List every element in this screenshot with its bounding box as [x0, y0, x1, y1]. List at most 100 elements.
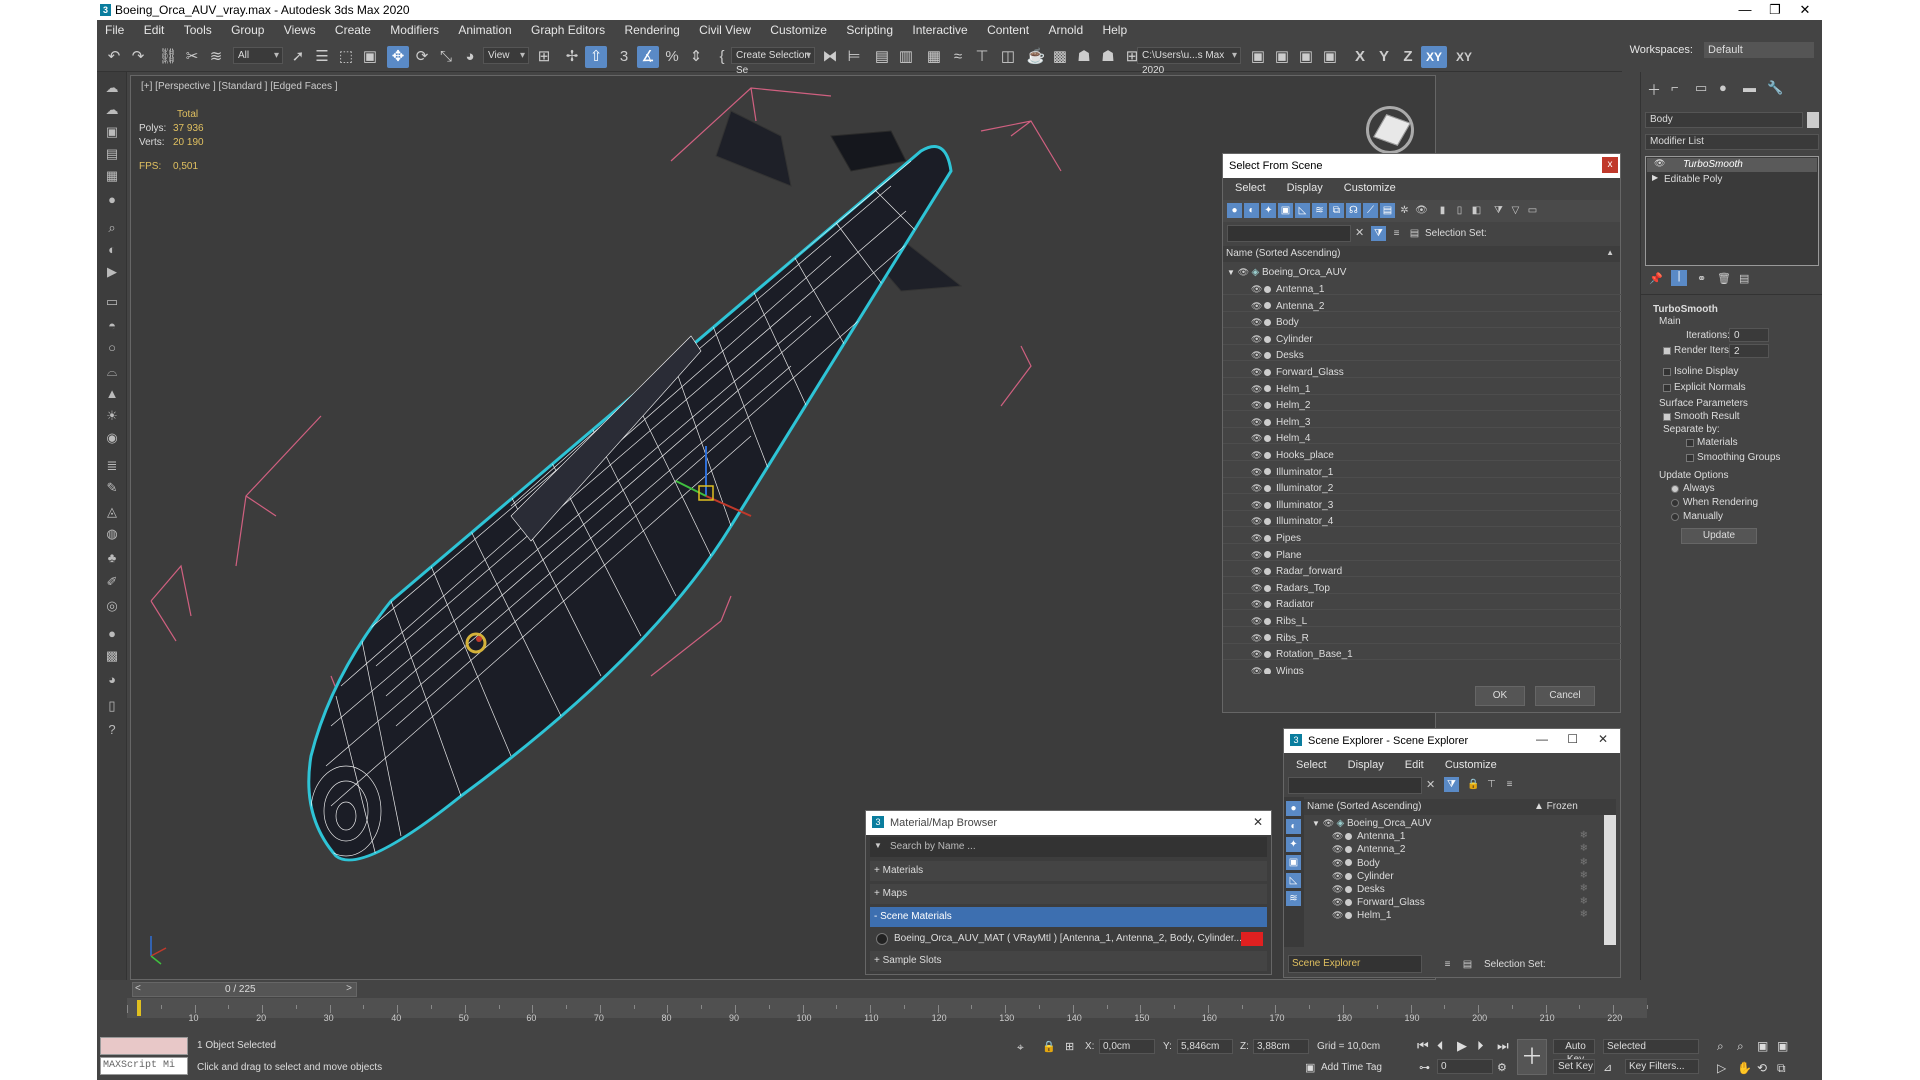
maxscript-listener-top[interactable] [100, 1037, 188, 1055]
key-filters-button[interactable]: Key Filters... [1625, 1059, 1699, 1074]
se-explorer-name-dropdown[interactable]: Scene Explorer [1288, 955, 1422, 973]
select-invert-icon[interactable]: ◧ [1469, 203, 1484, 218]
scale-icon[interactable]: ⤡ [435, 46, 457, 68]
edit-named-sets-icon[interactable]: { [711, 46, 733, 68]
project-path-dropdown[interactable]: C:\Users\u...s Max 2020 [1137, 47, 1241, 76]
angle-snap-icon[interactable]: ∡ [637, 46, 659, 68]
visibility-eye-icon[interactable]: 👁 [1251, 397, 1262, 413]
rollout-title[interactable]: TurboSmooth [1653, 304, 1718, 315]
time-next-icon[interactable]: > [346, 983, 352, 994]
stack-turbosmooth[interactable]: TurboSmooth [1647, 158, 1817, 172]
timeline-cursor[interactable] [137, 1000, 141, 1016]
se-maximize-icon[interactable]: ☐ [1567, 732, 1578, 746]
filter-spacewarps-icon[interactable]: ≋ [1312, 203, 1327, 218]
render-iters-spinner[interactable]: 2 [1729, 344, 1769, 358]
cancel-button[interactable]: Cancel [1535, 686, 1595, 706]
se-menu-edit[interactable]: Edit [1393, 755, 1430, 775]
axis-y-button[interactable]: Y [1373, 46, 1395, 68]
sfs-title[interactable]: Select From Scene [1223, 154, 1620, 178]
visibility-eye-icon[interactable]: 👁 [1251, 480, 1262, 496]
visibility-eye-icon[interactable]: 👁 [1251, 430, 1262, 446]
project-folder-icon[interactable]: ▣ [1247, 46, 1269, 68]
teapot-icon[interactable]: ◕ [101, 670, 123, 690]
mmb-group-maps[interactable]: + Maps [870, 884, 1267, 904]
visibility-eye-icon[interactable]: 👁 [1251, 596, 1262, 612]
make-unique-icon[interactable]: ⚭ [1697, 272, 1706, 285]
sfs-menu-customize[interactable]: Customize [1332, 178, 1402, 198]
disc-icon[interactable]: ◉ [101, 428, 123, 448]
tree-row[interactable]: 👁 Body [1251, 314, 1299, 330]
current-frame-field[interactable]: 0 [1437, 1059, 1493, 1074]
unlink-icon[interactable]: ✂ [181, 46, 203, 68]
sfs-search-input[interactable] [1227, 225, 1351, 242]
visibility-eye-icon[interactable]: 👁 [1251, 646, 1262, 662]
isoline-checkbox[interactable] [1663, 368, 1671, 376]
mmb-close-icon[interactable]: ✕ [1253, 815, 1263, 829]
menu-group[interactable]: Group [223, 20, 272, 40]
schematic-view-icon[interactable]: ⊤ [971, 46, 993, 68]
add-time-tag[interactable]: Add Time Tag [1321, 1062, 1382, 1073]
lock-selection-icon[interactable]: 🔒 [1042, 1040, 1056, 1053]
mesh-icon[interactable]: ◬ [101, 502, 123, 522]
play-icon[interactable]: ▶ [1457, 1038, 1467, 1054]
visibility-eye-icon[interactable]: 👁 [1251, 314, 1262, 330]
se-filter-shapes-icon[interactable]: ◐ [1286, 819, 1301, 834]
se-footer-sets-icon[interactable]: ▤ [1460, 957, 1475, 972]
smoothing-groups-checkbox[interactable] [1686, 454, 1694, 462]
menu-rendering[interactable]: Rendering [616, 20, 687, 40]
object-name-field[interactable]: Body [1645, 112, 1803, 128]
tree-row[interactable]: 👁 Forward_Glass [1251, 364, 1344, 380]
tree-row[interactable]: 👁 Illuminator_2 [1251, 480, 1333, 496]
clear-search-icon[interactable]: ✕ [1355, 226, 1364, 239]
select-by-name-icon[interactable]: ☰ [311, 46, 333, 68]
show-end-result-icon[interactable]: | [1671, 270, 1687, 286]
ribbon-icon-1[interactable]: ▣ [1271, 46, 1293, 68]
menu-file[interactable]: File [97, 20, 132, 40]
se-search-input[interactable] [1288, 777, 1422, 794]
sfs-layers-icon[interactable]: ≡ [1389, 226, 1404, 241]
set-key-button[interactable]: Set Key [1553, 1059, 1595, 1074]
pivot-center-icon[interactable]: ⊞ [533, 46, 555, 68]
visibility-eye-icon[interactable]: 👁 [1251, 447, 1262, 463]
fov-icon[interactable]: ▷ [1717, 1061, 1726, 1075]
filter-funnel-icon[interactable]: ⧩ [1491, 203, 1506, 218]
tree-row[interactable]: 👁 Radars_Top [1251, 580, 1330, 596]
time-config-icon[interactable]: ⚙ [1497, 1061, 1507, 1074]
visibility-eye-icon[interactable]: 👁 [1251, 281, 1262, 297]
se-hierarchy-icon[interactable]: ⊤ [1484, 777, 1499, 792]
zoom-all-icon[interactable]: ⌕ [1737, 1039, 1744, 1054]
utilities-tab-icon[interactable]: 🔧 [1767, 80, 1783, 96]
tree-row[interactable]: 👁 Pipes [1251, 530, 1301, 546]
brush-icon[interactable]: ✐ [101, 572, 123, 592]
remove-modifier-icon[interactable]: 🗑 [1717, 272, 1731, 285]
cone-icon[interactable]: ▲ [101, 384, 123, 404]
menu-edit[interactable]: Edit [136, 20, 173, 40]
axis-x-button[interactable]: X [1349, 46, 1371, 68]
rect-selection-icon[interactable]: ⬚ [335, 46, 357, 68]
select-none-icon[interactable]: ▯ [1452, 203, 1467, 218]
zoom-icon[interactable]: ⌕ [1717, 1039, 1724, 1054]
isolate-icon[interactable]: ⌖ [1017, 1040, 1024, 1055]
stack-editable-poly[interactable]: Editable Poly [1664, 173, 1722, 187]
tree-row[interactable]: 👁 Rotation_Base_1 [1251, 646, 1353, 662]
se-frozen-column[interactable]: ▲ Frozen [1534, 801, 1578, 812]
menu-tools[interactable]: Tools [176, 20, 220, 40]
toggle-ribbon-icon[interactable]: ▦ [923, 46, 945, 68]
time-tag-icon[interactable]: ▣ [1305, 1061, 1315, 1074]
visibility-eye-icon[interactable]: 👁 [1251, 381, 1262, 397]
undo-icon[interactable]: ↶ [103, 46, 125, 68]
image-icon[interactable]: ▣ [101, 122, 123, 142]
axis-xy-button[interactable]: XY [1421, 46, 1447, 68]
paint-icon[interactable]: ✎ [101, 478, 123, 498]
tree-row[interactable]: 👁 Ribs_R [1251, 630, 1309, 646]
key-filter-icon[interactable]: ⊿ [1603, 1061, 1612, 1074]
mmb-search-input[interactable]: Search by Name ... [870, 837, 1267, 857]
se-tree-row[interactable]: 👁 Helm_1 ❄ [1332, 907, 1592, 923]
menu-arnold[interactable]: Arnold [1040, 20, 1091, 40]
menu-interactive[interactable]: Interactive [904, 20, 975, 40]
render-iters-checkbox[interactable] [1663, 347, 1671, 355]
sphere-icon[interactable]: ○ [101, 338, 123, 358]
smooth-result-checkbox[interactable] [1663, 413, 1671, 421]
goto-start-icon[interactable]: ⏮ [1417, 1038, 1429, 1054]
tree-row[interactable]: 👁 Radiator [1251, 596, 1314, 612]
